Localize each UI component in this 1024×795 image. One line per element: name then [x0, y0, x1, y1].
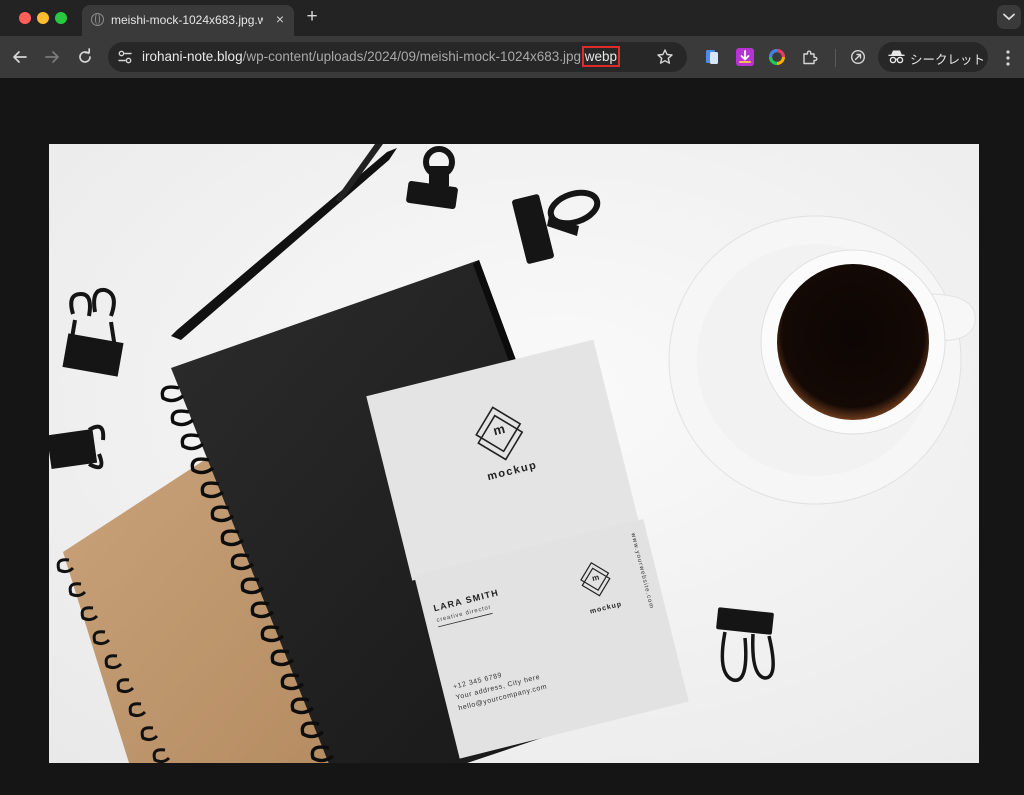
more-vertical-icon: [1006, 50, 1010, 66]
reload-icon: [79, 48, 91, 63]
browser-menu-button[interactable]: [1001, 49, 1015, 67]
maximize-window-button[interactable]: [55, 12, 67, 24]
toolbar-divider: [835, 49, 836, 67]
download-icon: [739, 50, 751, 63]
incognito-icon: [888, 50, 905, 64]
arrow-right-icon: [45, 51, 59, 63]
url-text[interactable]: irohani-note.blog/wp-content/uploads/202…: [142, 46, 621, 67]
tab-close-button[interactable]: ×: [272, 11, 288, 27]
close-window-button[interactable]: [19, 12, 31, 24]
new-tab-button[interactable]: +: [302, 7, 322, 27]
mockup-photo: m mockup LARA SMITH creative director +1…: [49, 144, 979, 763]
tab-strip: meishi-mock-1024x683.jpg.webp × +: [0, 0, 1024, 36]
reload-button[interactable]: [75, 47, 95, 67]
arrow-left-icon: [13, 51, 27, 63]
leaf-icon: [850, 49, 866, 65]
extension-color-button[interactable]: [768, 48, 786, 66]
puzzle-icon: [803, 50, 818, 65]
url-domain: irohani-note.blog: [142, 49, 243, 64]
mockup-scene: m mockup LARA SMITH creative director +1…: [49, 144, 979, 763]
document-icon: [706, 50, 718, 64]
extensions-button[interactable]: [801, 48, 819, 66]
url-extension-highlight: webp: [581, 46, 621, 67]
forward-button[interactable]: [42, 47, 62, 67]
tune-icon: [118, 50, 132, 64]
address-bar[interactable]: irohani-note.blog/wp-content/uploads/202…: [108, 42, 687, 72]
color-ring-icon: [769, 49, 785, 65]
incognito-label: シークレット: [910, 53, 986, 67]
bookmark-button[interactable]: [656, 48, 674, 66]
browser-toolbar: irohani-note.blog/wp-content/uploads/202…: [0, 36, 1024, 78]
url-path: /wp-content/uploads/2024/09/meishi-mock-…: [242, 49, 585, 64]
minimize-window-button[interactable]: [37, 12, 49, 24]
tab-search-button[interactable]: [997, 5, 1021, 29]
extension-download-button[interactable]: [736, 48, 754, 66]
image-viewer: m mockup LARA SMITH creative director +1…: [0, 78, 1024, 795]
star-icon: [657, 49, 673, 64]
performance-button[interactable]: [849, 48, 867, 66]
globe-icon: [91, 13, 104, 26]
incognito-indicator[interactable]: シークレット: [878, 42, 988, 72]
chevron-down-icon: [1003, 13, 1015, 21]
browser-tab-active[interactable]: meishi-mock-1024x683.jpg.webp ×: [82, 5, 294, 36]
back-button[interactable]: [10, 47, 30, 67]
extension-docs-button[interactable]: [703, 48, 721, 66]
site-info-button[interactable]: [117, 49, 133, 65]
tab-title: meishi-mock-1024x683.jpg.webp: [111, 13, 263, 27]
